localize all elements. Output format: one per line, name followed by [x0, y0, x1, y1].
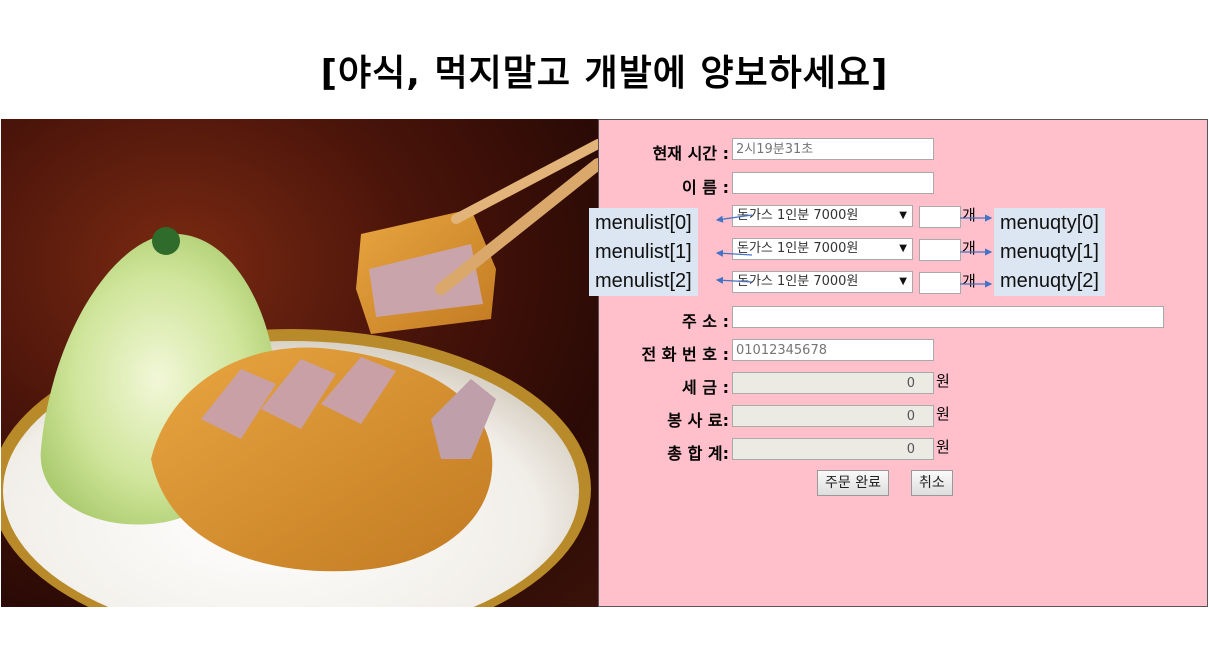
menu-qty-field-0[interactable] [919, 206, 961, 228]
menuqty-annotation-0: menuqty[0] [994, 208, 1105, 238]
total-field[interactable] [732, 438, 934, 460]
service-unit: 원 [936, 405, 950, 423]
tonkatsu-photo [1, 119, 598, 607]
dropdown-arrow-icon: ▼ [899, 276, 907, 287]
order-form: 현재 시간 : 이 름 : 돈가스 1인분 7000원 ▼ 개 돈가스 1인분 … [598, 119, 1208, 607]
address-label: 주 소 : [682, 312, 729, 331]
menu-select-2[interactable]: 돈가스 1인분 7000원 ▼ [732, 271, 913, 293]
tax-unit: 원 [936, 372, 950, 390]
name-field[interactable] [732, 172, 934, 194]
tax-label: 세 금 : [682, 378, 729, 397]
menu-option-0: 돈가스 1인분 7000원 [737, 208, 859, 223]
dropdown-arrow-icon: ▼ [899, 243, 907, 254]
tonkatsu-illustration [1, 139, 598, 607]
menulist-annotation-2: menulist[2] [589, 266, 698, 296]
menulist-annotation-0: menulist[0] [589, 208, 698, 238]
menuqty-annotation-2: menuqty[2] [994, 266, 1105, 296]
menu-select-1[interactable]: 돈가스 1인분 7000원 ▼ [732, 238, 913, 260]
phone-label: 전 화 번 호 : [641, 345, 729, 364]
menu-option-2: 돈가스 1인분 7000원 [737, 274, 859, 289]
menulist-annotation-1: menulist[1] [589, 237, 698, 267]
phone-field[interactable] [732, 339, 934, 361]
dropdown-arrow-icon: ▼ [899, 210, 907, 221]
qty-unit-1: 개 [962, 239, 976, 257]
total-label: 총 합 계: [667, 444, 729, 463]
menu-qty-field-2[interactable] [919, 272, 961, 294]
menu-select-0[interactable]: 돈가스 1인분 7000원 ▼ [732, 205, 913, 227]
time-label: 현재 시간 : [652, 144, 729, 163]
address-field[interactable] [732, 306, 1164, 328]
service-charge-label: 봉 사 료: [667, 411, 729, 430]
service-charge-field[interactable] [732, 405, 934, 427]
menuqty-annotation-1: menuqty[1] [994, 237, 1105, 267]
name-label: 이 름 : [682, 178, 729, 197]
tax-field[interactable] [732, 372, 934, 394]
menu-option-1: 돈가스 1인분 7000원 [737, 241, 859, 256]
total-unit: 원 [936, 438, 950, 456]
page-title: [야식, 먹지말고 개발에 양보하세요] [320, 53, 889, 94]
cancel-button[interactable]: 취소 [911, 470, 953, 496]
time-field[interactable] [732, 138, 934, 160]
qty-unit-2: 개 [962, 272, 976, 290]
menu-qty-field-1[interactable] [919, 239, 961, 261]
qty-unit-0: 개 [962, 206, 976, 224]
submit-order-button[interactable]: 주문 완료 [817, 470, 889, 496]
